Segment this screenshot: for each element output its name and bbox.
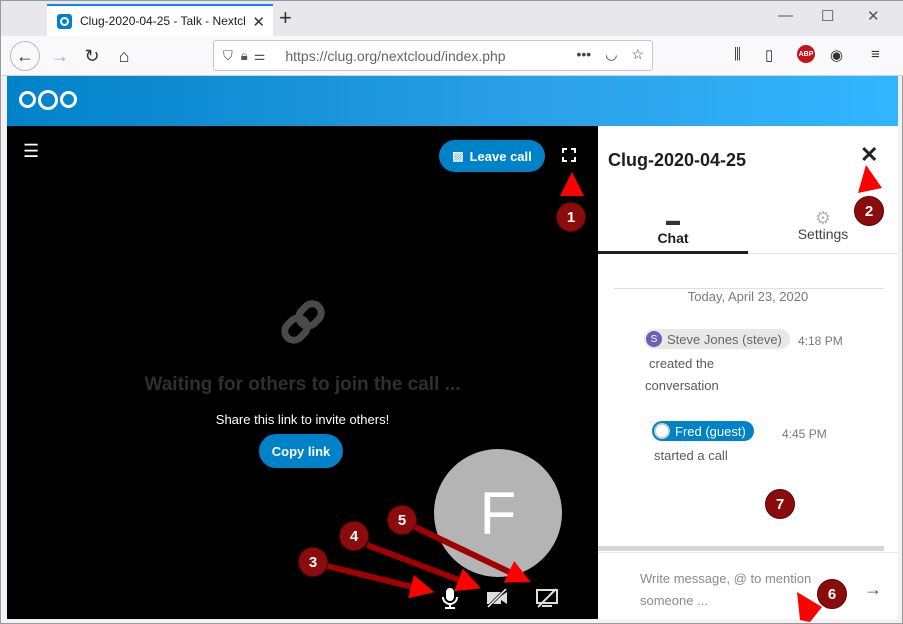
own-video-avatar: F <box>434 449 562 577</box>
share-hint: Share this link to invite others! <box>215 412 390 427</box>
library-icon[interactable]: ⫼ <box>734 46 741 63</box>
chat-scrollbar[interactable] <box>598 546 884 551</box>
lock-icon[interactable]: 🔒︎ <box>241 48 248 64</box>
reload-icon[interactable]: ↻ <box>77 41 107 71</box>
nextcloud-header <box>7 76 898 126</box>
link-icon <box>281 300 325 344</box>
back-arrow-icon[interactable]: ← <box>10 41 40 71</box>
account-icon[interactable]: ◉ <box>830 46 843 64</box>
message-time: 4:18 PM <box>798 334 843 348</box>
shield-icon[interactable]: ⛉ <box>223 48 233 64</box>
nav-toolbar: ← → ↻ ⌂ ⛉ 🔒︎ ⚌ https://clug.org/nextclou… <box>1 36 903 76</box>
guest-avatar-icon <box>654 423 670 439</box>
author-chip-steve[interactable]: S Steve Jones (steve) <box>644 329 790 349</box>
message-composer[interactable]: Write message, @ to mention someone ... … <box>598 552 898 619</box>
microphone-icon[interactable] <box>438 586 462 610</box>
annotation-badge-7: 7 <box>765 489 795 519</box>
url-bar[interactable]: ⛉ 🔒︎ ⚌ https://clug.org/nextcloud/index.… <box>213 40 653 71</box>
maximize-icon[interactable]: ☐ <box>821 7 834 25</box>
screen-share-off-icon[interactable] <box>535 586 559 610</box>
video-off-icon: ▨ <box>452 149 464 163</box>
date-separator: Today, April 23, 2020 <box>598 289 898 304</box>
forward-arrow-icon[interactable]: → <box>45 41 75 71</box>
video-off-icon[interactable] <box>485 586 509 610</box>
tab-strip: Clug-2020-04-25 - Talk - Nextcl ✕ + — ☐ … <box>1 1 903 36</box>
home-icon[interactable]: ⌂ <box>109 41 139 71</box>
pocket-icon[interactable]: ◡ <box>605 46 617 63</box>
message-text: started a call <box>654 448 728 463</box>
author-name: Steve Jones (steve) <box>667 331 782 347</box>
annotation-badge-3: 3 <box>298 547 328 577</box>
leave-call-button[interactable]: ▨ Leave call <box>439 140 545 172</box>
waiting-message: Waiting for others to join the call ... <box>144 374 461 395</box>
call-view: ☰ ▨ Leave call Waiting for others to joi… <box>7 126 598 619</box>
minimize-icon[interactable]: — <box>778 7 793 24</box>
fullscreen-icon[interactable] <box>560 146 580 166</box>
annotation-badge-4: 4 <box>339 521 369 551</box>
tab-title: Clug-2020-04-25 - Talk - Nextcl <box>80 14 246 28</box>
bookmark-star-icon[interactable]: ☆ <box>631 46 644 63</box>
message-text: created the <box>649 356 715 371</box>
permissions-icon[interactable]: ⚌ <box>254 48 266 64</box>
avatar: S <box>646 331 662 347</box>
author-chip-fred[interactable]: Fred (guest) <box>652 421 754 441</box>
message-time: 4:45 PM <box>782 427 827 441</box>
send-arrow-icon[interactable]: → <box>864 579 882 600</box>
annotation-badge-6: 6 <box>817 579 847 609</box>
message-text: conversation <box>645 378 719 393</box>
window-close-icon[interactable]: ✕ <box>867 7 880 25</box>
browser-window: Clug-2020-04-25 - Talk - Nextcl ✕ + — ☐ … <box>0 0 903 624</box>
sidebar-toggle-icon[interactable]: ▯ <box>765 46 773 64</box>
annotation-badge-1: 1 <box>556 202 586 232</box>
tab-chat[interactable]: ▬ Chat <box>598 206 748 254</box>
nextcloud-logo-icon[interactable] <box>19 89 77 110</box>
talk-sidebar: Clug-2020-04-25 ✕ ▬ Chat ⚙ Settings Toda… <box>598 126 898 619</box>
chat-icon: ▬ <box>666 212 680 228</box>
leave-call-label: Leave call <box>469 148 532 164</box>
new-tab-icon[interactable]: + <box>279 5 292 31</box>
menu-hamburger-icon[interactable]: ☰ <box>23 141 39 162</box>
nextcloud-favicon-icon <box>57 13 72 29</box>
browser-tab[interactable]: Clug-2020-04-25 - Talk - Nextcl ✕ <box>47 4 273 36</box>
room-title: Clug-2020-04-25 <box>608 150 747 170</box>
tab-settings-label: Settings <box>797 226 849 242</box>
adblock-icon[interactable]: ABP <box>797 45 815 63</box>
app-menu-icon[interactable]: ≡ <box>871 46 880 63</box>
close-sidebar-icon[interactable]: ✕ <box>860 142 878 168</box>
tab-chat-label: Chat <box>657 230 689 246</box>
tab-close-icon[interactable]: ✕ <box>252 13 265 31</box>
copy-link-button[interactable]: Copy link <box>259 434 343 468</box>
annotation-badge-5: 5 <box>387 505 417 535</box>
annotation-badge-2: 2 <box>854 196 884 226</box>
author-name: Fred (guest) <box>675 423 746 439</box>
more-actions-icon[interactable]: ••• <box>577 46 592 63</box>
message-input[interactable]: Write message, @ to mention someone ... <box>640 568 840 612</box>
url-text[interactable]: https://clug.org/nextcloud/index.php <box>285 48 505 64</box>
